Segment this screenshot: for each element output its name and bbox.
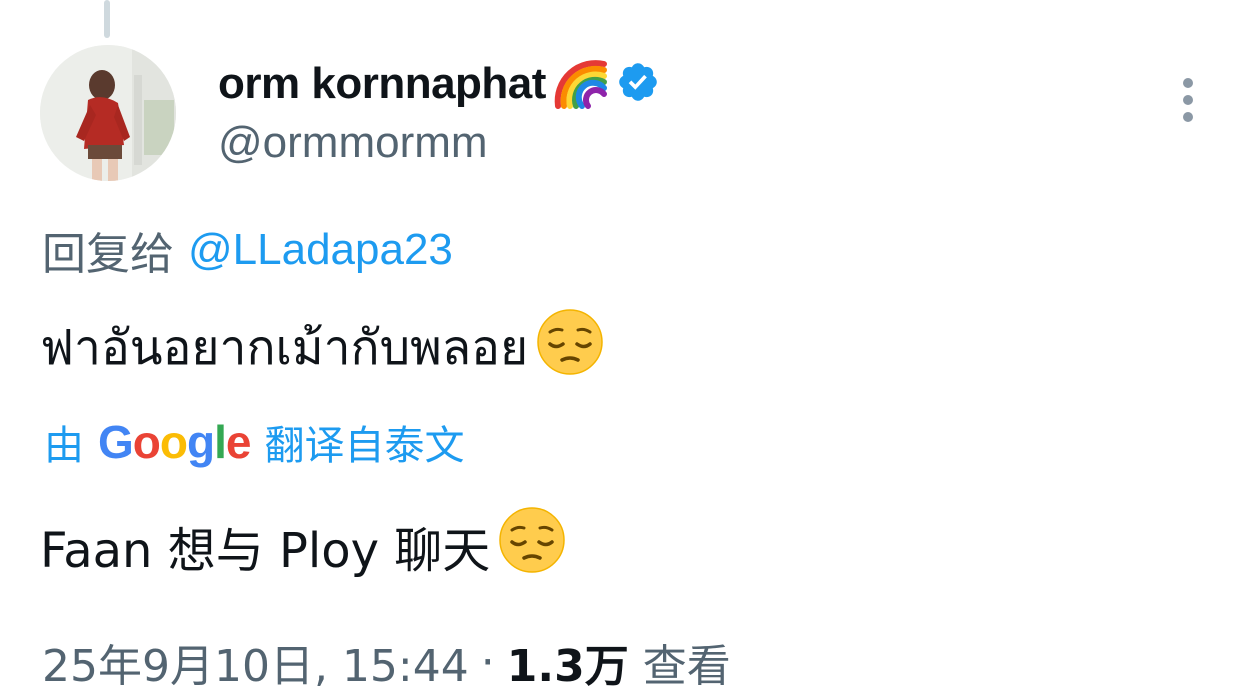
meta-separator: · — [480, 636, 495, 688]
author-handle[interactable]: @ormmormm — [218, 118, 488, 168]
tweet-text-content: ฟาอันอยากเม้ากับพลอย — [40, 320, 529, 376]
author-display-name[interactable]: orm kornnaphat — [218, 59, 546, 109]
reply-prefix-label: 回复给 — [42, 230, 174, 279]
translation-suffix: 翻译自泰文 — [264, 423, 465, 469]
google-logo: Google — [98, 416, 251, 468]
views-count: 1.3万 — [506, 641, 629, 692]
tweet-meta: 25年9月10日, 15:44 · 1.3万 查看 — [42, 630, 731, 694]
more-options-button[interactable] — [1170, 74, 1206, 126]
verified-badge-icon[interactable] — [616, 60, 660, 108]
rainbow-icon — [552, 54, 610, 114]
translated-text: Faan 想与 Ploy 聊天 — [40, 506, 566, 586]
more-vertical-icon — [1183, 78, 1193, 88]
reply-mention-link[interactable]: @LLadapa23 — [188, 225, 453, 275]
translated-text-content: Faan 想与 Ploy 聊天 — [40, 523, 491, 579]
author-name-row: orm kornnaphat — [218, 52, 660, 116]
pensive-face-emoji — [536, 308, 604, 388]
translation-attribution[interactable]: 由 Google 翻译自泰文 — [44, 410, 464, 474]
views-label: 查看 — [642, 641, 731, 692]
reply-context: 回复给 @LLadapa23 — [42, 218, 453, 282]
translation-prefix: 由 — [44, 423, 84, 469]
thread-connector-line — [104, 0, 110, 38]
tweet-text: ฟาอันอยากเม้ากับพลอย — [40, 308, 604, 388]
pensive-face-emoji — [498, 506, 566, 586]
tweet-timestamp[interactable]: 25年9月10日, 15:44 — [42, 630, 469, 694]
avatar[interactable] — [40, 45, 176, 181]
